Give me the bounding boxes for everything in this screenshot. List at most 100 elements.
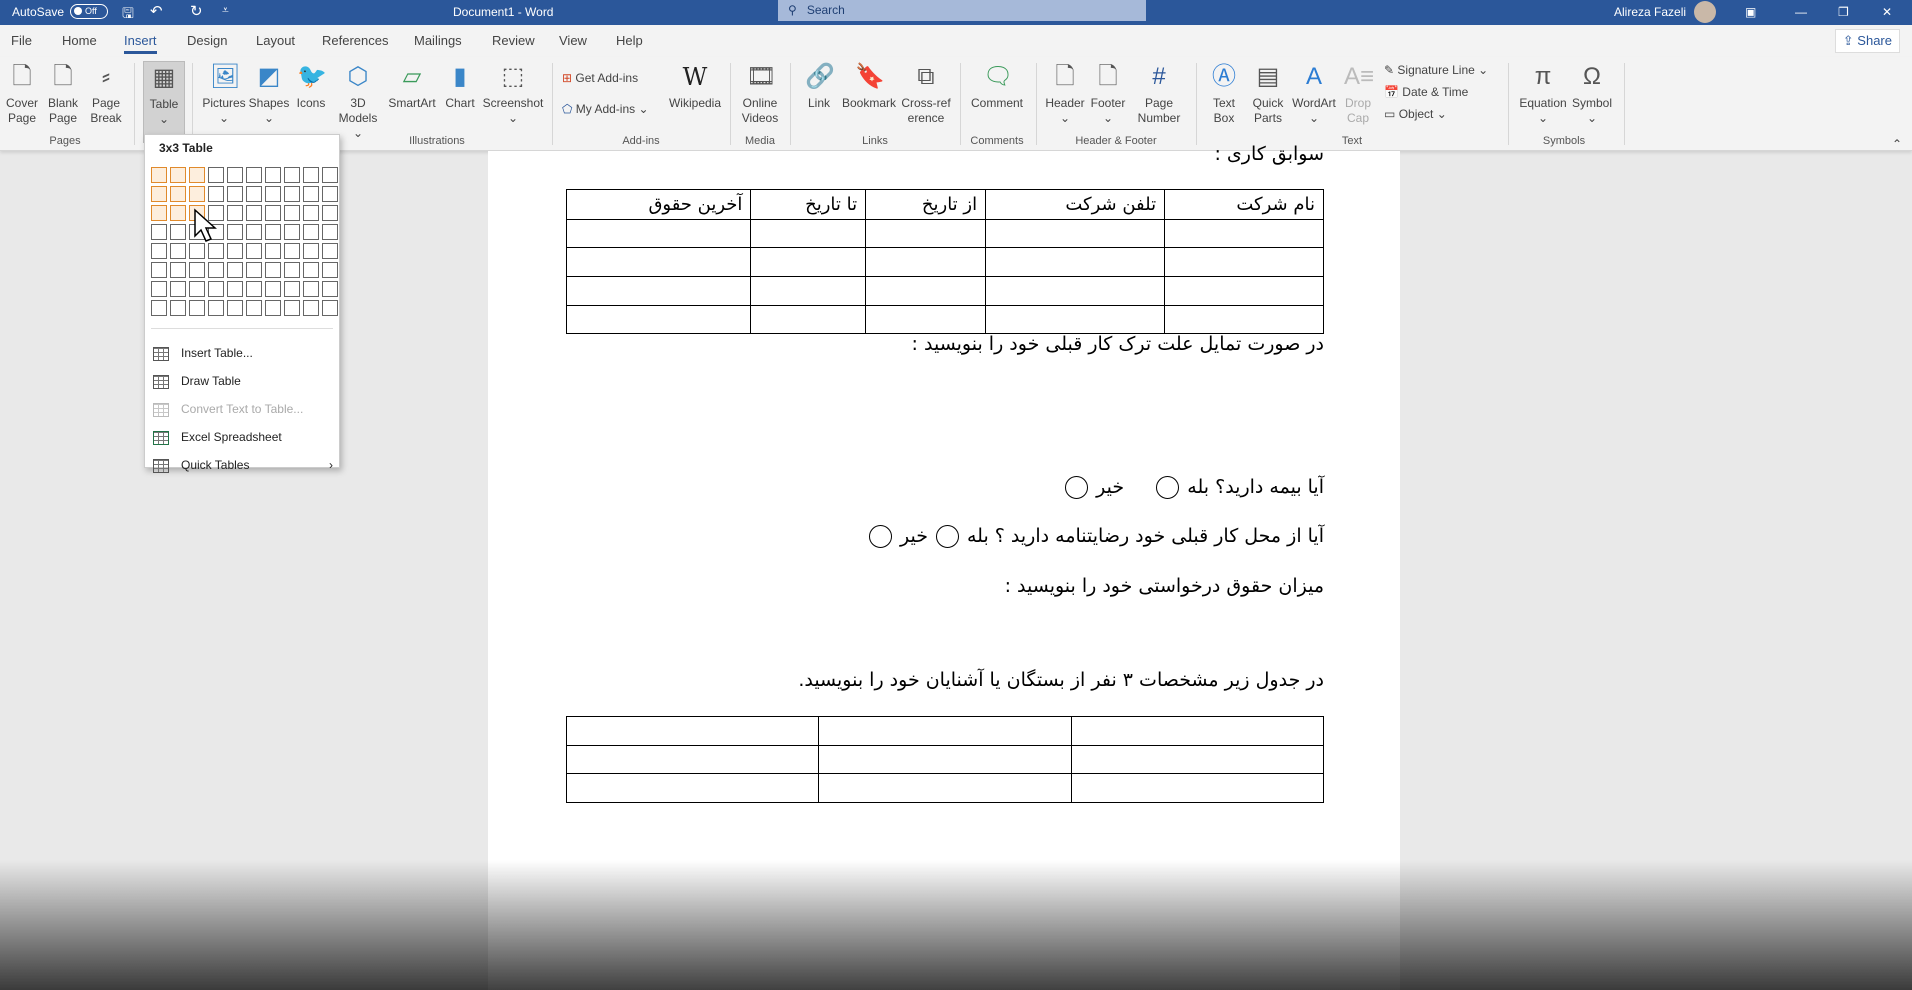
ribbon-display-icon[interactable]: ▣ — [1745, 5, 1756, 19]
grid-cell[interactable] — [264, 204, 281, 221]
cell[interactable] — [1164, 305, 1324, 334]
grid-cell[interactable] — [207, 261, 224, 278]
grid-cell[interactable] — [245, 223, 262, 240]
grid-cell[interactable] — [150, 261, 167, 278]
tab-mailings[interactable]: Mailings — [414, 33, 462, 48]
icons-button[interactable]: 🐦 Icons — [292, 61, 330, 111]
grid-cell[interactable] — [226, 204, 243, 221]
grid-cell[interactable] — [207, 166, 224, 183]
cell[interactable] — [985, 276, 1166, 306]
grid-cell[interactable] — [321, 261, 338, 278]
grid-cell[interactable] — [302, 299, 319, 316]
comment-button[interactable]: 🗨 Comment — [966, 61, 1028, 111]
header-button[interactable]: 🗋 Header ⌄ — [1044, 61, 1086, 126]
grid-cell[interactable] — [321, 223, 338, 240]
user-name[interactable]: Alireza Fazeli — [1614, 5, 1686, 19]
tab-layout[interactable]: Layout — [256, 33, 295, 48]
grid-cell[interactable] — [169, 223, 186, 240]
quick-parts-button[interactable]: ▤ Quick Parts — [1246, 61, 1290, 126]
cell[interactable] — [818, 773, 1072, 803]
wordart-button[interactable]: A WordArt ⌄ — [1290, 61, 1338, 126]
grid-cell[interactable] — [226, 299, 243, 316]
grid-cell[interactable] — [169, 166, 186, 183]
header-cell[interactable]: تلفن شرکت — [985, 189, 1166, 220]
cell[interactable] — [565, 305, 752, 334]
cell[interactable] — [750, 276, 867, 306]
grid-cell[interactable] — [245, 280, 262, 297]
grid-cell[interactable] — [302, 204, 319, 221]
cell[interactable] — [1070, 745, 1325, 774]
bookmark-button[interactable]: 🔖 Bookmark — [840, 61, 898, 111]
grid-cell[interactable] — [188, 261, 205, 278]
autosave-toggle[interactable]: Off — [70, 4, 108, 19]
customize-qat-icon[interactable]: ⩡ — [222, 3, 229, 18]
cell[interactable] — [750, 219, 867, 248]
grid-cell[interactable] — [321, 280, 338, 297]
table-size-grid[interactable] — [149, 165, 339, 317]
restore-icon[interactable]: ❐ — [1838, 5, 1849, 19]
grid-cell[interactable] — [283, 223, 300, 240]
cell[interactable] — [865, 276, 987, 306]
grid-cell[interactable] — [150, 166, 167, 183]
grid-cell[interactable] — [321, 166, 338, 183]
grid-cell[interactable] — [321, 242, 338, 259]
drop-cap-button[interactable]: A≡ Drop Cap — [1340, 61, 1376, 126]
relatives-table[interactable] — [565, 716, 1325, 803]
cell[interactable] — [1164, 219, 1324, 248]
cell[interactable] — [818, 745, 1072, 774]
tab-references[interactable]: References — [322, 33, 388, 48]
grid-cell[interactable] — [188, 280, 205, 297]
grid-cell[interactable] — [169, 242, 186, 259]
grid-cell[interactable] — [188, 166, 205, 183]
tab-file[interactable]: File — [11, 33, 32, 48]
grid-cell[interactable] — [226, 261, 243, 278]
cell[interactable] — [865, 247, 987, 277]
tab-design[interactable]: Design — [187, 33, 227, 48]
grid-cell[interactable] — [188, 185, 205, 202]
grid-cell[interactable] — [302, 242, 319, 259]
menu-convert-text-to-table[interactable]: Convert Text to Table... — [153, 398, 333, 420]
undo-icon[interactable]: ↶ — [150, 2, 163, 20]
grid-cell[interactable] — [150, 280, 167, 297]
work-history-table[interactable]: نام شرکت تلفن شرکت از تاریخ تا تاریخ آخر… — [565, 189, 1324, 334]
close-icon[interactable]: ✕ — [1882, 5, 1892, 19]
grid-cell[interactable] — [169, 185, 186, 202]
avatar[interactable] — [1694, 1, 1716, 23]
radio-yes[interactable] — [1156, 476, 1180, 499]
cell[interactable] — [565, 773, 820, 803]
grid-cell[interactable] — [283, 299, 300, 316]
grid-cell[interactable] — [188, 299, 205, 316]
grid-cell[interactable] — [321, 299, 338, 316]
grid-cell[interactable] — [283, 185, 300, 202]
cell[interactable] — [750, 247, 867, 277]
cell[interactable] — [1070, 773, 1325, 803]
cell[interactable] — [985, 305, 1166, 334]
grid-cell[interactable] — [188, 242, 205, 259]
radio-no[interactable] — [869, 525, 893, 548]
table-button[interactable]: ▦ Table ⌄ — [143, 61, 185, 143]
grid-cell[interactable] — [207, 299, 224, 316]
grid-cell[interactable] — [226, 280, 243, 297]
page-number-button[interactable]: # Page Number — [1130, 61, 1188, 126]
object-button[interactable]: ▭ Object ⌄ — [1384, 107, 1447, 121]
cover-page-button[interactable]: 🗋 Cover Page — [2, 61, 42, 126]
grid-cell[interactable] — [169, 299, 186, 316]
footer-button[interactable]: 🗋 Footer ⌄ — [1088, 61, 1128, 126]
grid-cell[interactable] — [321, 204, 338, 221]
cross-reference-button[interactable]: ⧉ Cross-reference — [900, 61, 952, 126]
date-time-button[interactable]: 📅 Date & Time — [1384, 85, 1468, 99]
link-button[interactable]: 🔗 Link — [800, 61, 838, 111]
grid-cell[interactable] — [207, 242, 224, 259]
menu-insert-table[interactable]: Insert Table... — [153, 342, 333, 364]
my-addins-button[interactable]: ⬠ My Add-ins ⌄ — [562, 102, 649, 116]
header-cell[interactable]: نام شرکت — [1164, 189, 1324, 220]
grid-cell[interactable] — [169, 280, 186, 297]
redo-icon[interactable]: ↻ — [190, 2, 203, 20]
cell[interactable] — [565, 716, 820, 746]
grid-cell[interactable] — [150, 204, 167, 221]
cell[interactable] — [565, 745, 820, 774]
pictures-button[interactable]: 🖼 Pictures ⌄ — [200, 61, 248, 126]
grid-cell[interactable] — [264, 223, 281, 240]
grid-cell[interactable] — [283, 261, 300, 278]
grid-cell[interactable] — [302, 166, 319, 183]
